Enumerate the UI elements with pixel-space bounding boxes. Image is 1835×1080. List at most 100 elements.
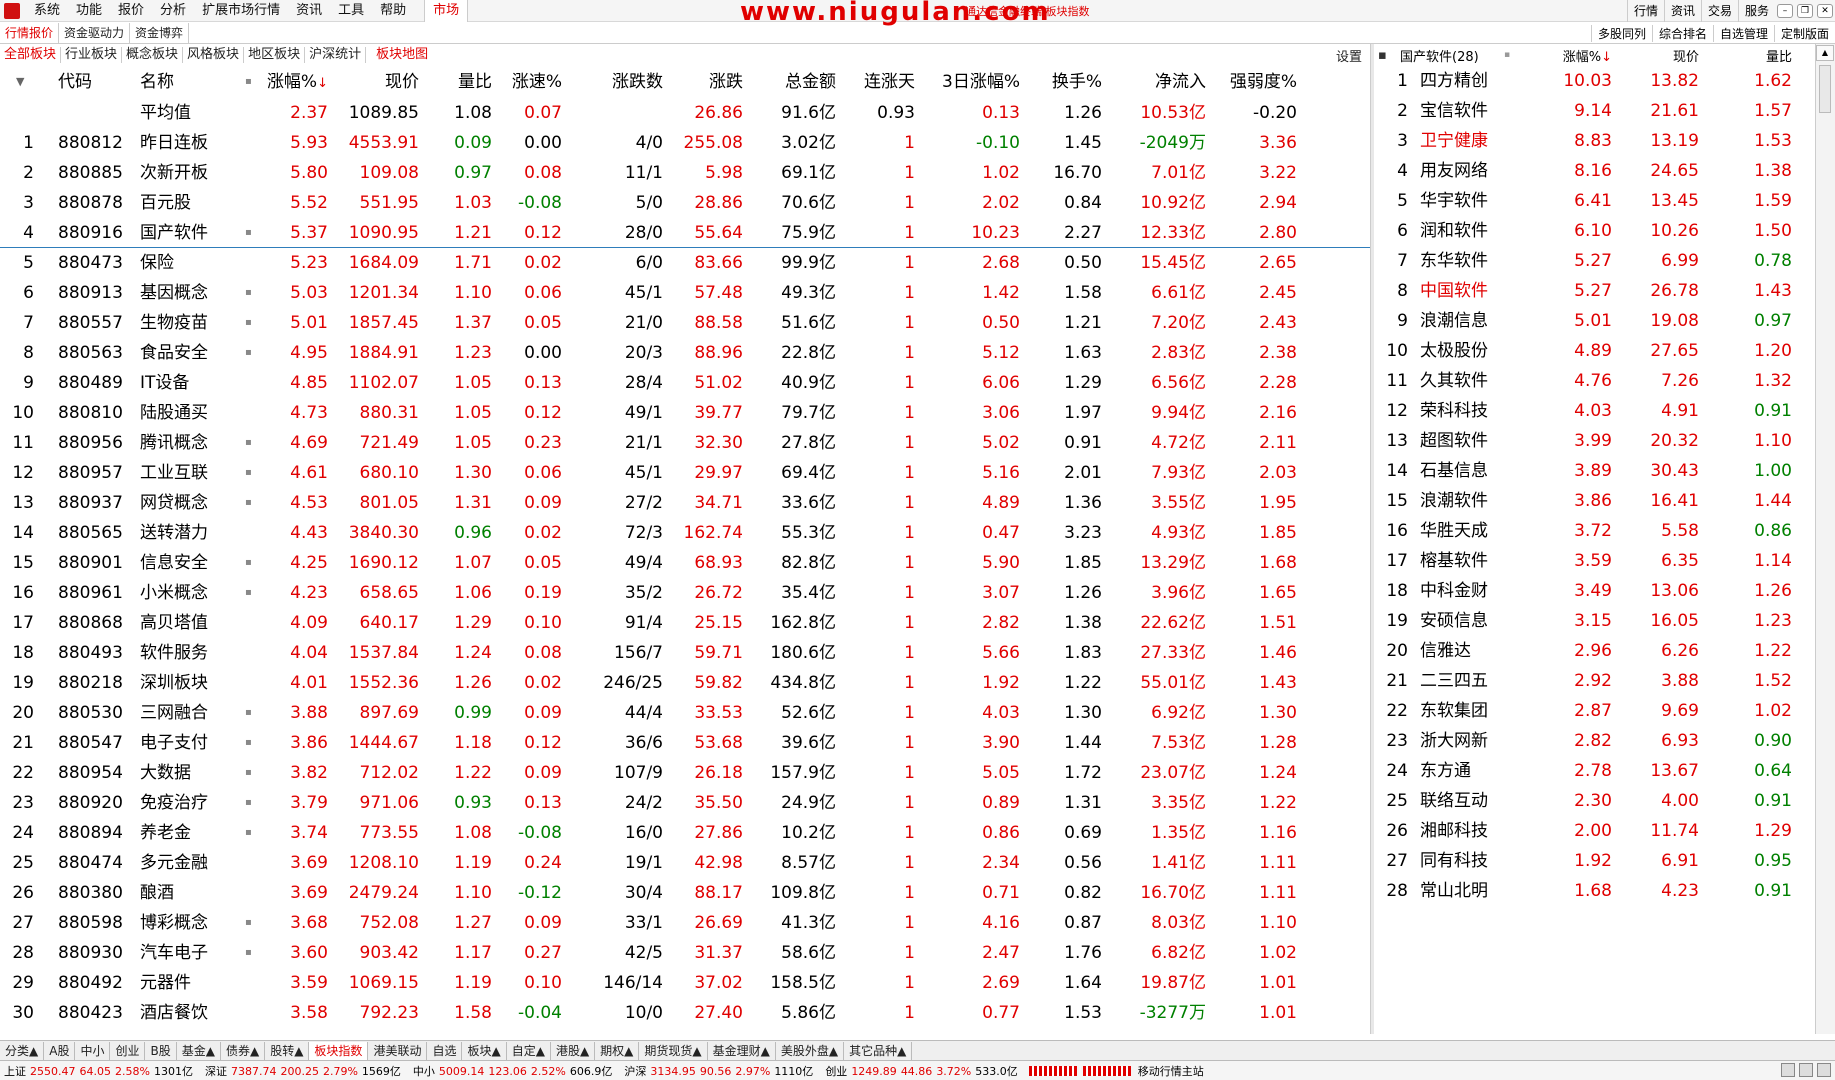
btn-news[interactable]: 资讯 — [1663, 0, 1701, 22]
header-days[interactable]: 连涨天 — [864, 66, 915, 98]
table-row[interactable]: 5 880473 保险 5.23 1684.09 1.71 0.02 6/0 83.66 99.9… — [0, 248, 1370, 278]
constituent-row[interactable]: 3 卫宁健康 8.83 13.19 1.53 — [1374, 126, 1814, 156]
table-row[interactable]: 22 880954 大数据 ▪ 3.82 712.02 1.22 0.09 107/9 26.18… — [0, 758, 1370, 788]
constituent-row[interactable]: 19 安硕信息 3.15 16.05 1.23 — [1374, 606, 1814, 636]
header-price[interactable]: 现价 — [385, 66, 419, 98]
tab-industry[interactable]: 行业板块 — [61, 47, 123, 63]
index-quote[interactable]: 中小 5009.14 123.06 2.52% 606.9亿 — [409, 1063, 620, 1079]
bottom-tab[interactable]: 中小 — [75, 1041, 111, 1060]
table-row[interactable]: 26 880380 酿酒 3.69 2479.24 1.10 -0.12 30/4 88.17 1… — [0, 878, 1370, 908]
constituent-row[interactable]: 12 荣科科技 4.03 4.91 0.91 — [1374, 396, 1814, 426]
index-quote[interactable]: 沪深 3134.95 90.56 2.97% 1110亿 — [620, 1063, 821, 1079]
rp-header-ratio[interactable]: 量比 — [1766, 46, 1792, 65]
constituent-row[interactable]: 10 太极股份 4.89 27.65 1.20 — [1374, 336, 1814, 366]
bottom-tab[interactable]: 美股外盘▲ — [776, 1041, 845, 1060]
constituent-row[interactable]: 21 二三四五 2.92 3.88 1.52 — [1374, 666, 1814, 696]
menu-news[interactable]: 资讯 — [288, 0, 330, 22]
menu-extended-market[interactable]: 扩展市场行情 — [194, 0, 288, 22]
table-row[interactable]: 15 880901 信息安全 ▪ 4.25 1690.12 1.07 0.05 49/4 68.9… — [0, 548, 1370, 578]
constituent-row[interactable]: 26 湘邮科技 2.00 11.74 1.29 — [1374, 816, 1814, 846]
btn-trade[interactable]: 交易 — [1700, 0, 1738, 22]
window-icon[interactable] — [1781, 1063, 1795, 1077]
header-code[interactable]: 代码 — [58, 66, 92, 98]
constituent-row[interactable]: 25 联络互动 2.30 4.00 0.91 — [1374, 786, 1814, 816]
bottom-tab[interactable]: 港股▲ — [551, 1041, 596, 1060]
rp-header-pct[interactable]: 涨幅%↓ — [1563, 46, 1612, 65]
constituent-row[interactable]: 27 同有科技 1.92 6.91 0.95 — [1374, 846, 1814, 876]
bottom-tab[interactable]: 板块指数 — [309, 1041, 369, 1060]
vertical-scrollbar[interactable]: ▲ — [1815, 44, 1835, 1034]
constituent-row[interactable]: 18 中科金财 3.49 13.06 1.26 — [1374, 576, 1814, 606]
constituent-row[interactable]: 8 中国软件 5.27 26.78 1.43 — [1374, 276, 1814, 306]
constituent-row[interactable]: 17 榕基软件 3.59 6.35 1.14 — [1374, 546, 1814, 576]
constituent-row[interactable]: 15 浪潮软件 3.86 16.41 1.44 — [1374, 486, 1814, 516]
tab-region[interactable]: 地区板块 — [244, 47, 306, 63]
header-amount[interactable]: 总金额 — [785, 66, 836, 98]
constituent-row[interactable]: 16 华胜天成 3.72 5.58 0.86 — [1374, 516, 1814, 546]
table-row[interactable]: 12 880957 工业互联 ▪ 4.61 680.10 1.30 0.06 45/1 29.97… — [0, 458, 1370, 488]
table-row[interactable]: 11 880956 腾讯概念 ▪ 4.69 721.49 1.05 0.23 21/1 32.30… — [0, 428, 1370, 458]
sort-menu-icon[interactable]: ▼ — [16, 66, 24, 98]
constituent-row[interactable]: 11 久其软件 4.76 7.26 1.32 — [1374, 366, 1814, 396]
bottom-tab[interactable]: 债券▲ — [221, 1041, 266, 1060]
bottom-tab[interactable]: 期货现货▲ — [639, 1041, 708, 1060]
menu-help[interactable]: 帮助 — [372, 0, 414, 22]
header-ratio[interactable]: 量比 — [458, 66, 492, 98]
table-row[interactable]: 3 880878 百元股 5.52 551.95 1.03 -0.08 5/0 28.86 70.… — [0, 188, 1370, 218]
table-row[interactable]: 14 880565 送转潜力 4.43 3840.30 0.96 0.02 72/3 162.7… — [0, 518, 1370, 548]
header-pct[interactable]: 涨幅%↓ — [267, 66, 328, 100]
menu-function[interactable]: 功能 — [68, 0, 110, 22]
bottom-tab[interactable]: 股转▲ — [265, 1041, 310, 1060]
restore-icon[interactable]: ❐ — [1797, 4, 1813, 18]
menu-quote[interactable]: 报价 — [110, 0, 152, 22]
bottom-tab[interactable]: B股 — [145, 1041, 177, 1060]
table-row[interactable]: 28 880930 汽车电子 ▪ 3.60 903.42 1.17 0.27 42/5 31.37… — [0, 938, 1370, 968]
bottom-tab[interactable]: 板块▲ — [462, 1041, 507, 1060]
header-netflow[interactable]: 净流入 — [1155, 66, 1206, 98]
tab-style[interactable]: 风格板块 — [183, 47, 245, 63]
tab-concept[interactable]: 概念板块 — [122, 47, 184, 63]
table-row[interactable]: 27 880598 博彩概念 ▪ 3.68 752.08 1.27 0.09 33/1 26.69… — [0, 908, 1370, 938]
bottom-tab[interactable]: 期权▲ — [595, 1041, 640, 1060]
btn-custom-layout[interactable]: 定制版面 — [1773, 24, 1835, 42]
btn-ranking[interactable]: 综合排名 — [1651, 24, 1713, 42]
table-row[interactable]: 2 880885 次新开板 5.80 109.08 0.97 0.08 11/1 5.98 69.… — [0, 158, 1370, 188]
constituent-row[interactable]: 13 超图软件 3.99 20.32 1.10 — [1374, 426, 1814, 456]
scroll-thumb[interactable] — [1819, 65, 1831, 113]
bottom-tab[interactable]: 基金理财▲ — [708, 1041, 776, 1060]
mobile-server[interactable]: 移动行情主站 — [1134, 1063, 1208, 1079]
table-row[interactable]: 4 880916 国产软件 ▪ 5.37 1090.95 1.21 0.12 28/0 55.64… — [0, 218, 1370, 248]
table-row[interactable]: 18 880493 软件服务 4.04 1537.84 1.24 0.08 156/7 59.7… — [0, 638, 1370, 668]
scroll-up-icon[interactable]: ▲ — [1816, 45, 1834, 61]
constituent-row[interactable]: 9 浪潮信息 5.01 19.08 0.97 — [1374, 306, 1814, 336]
table-row[interactable]: 25 880474 多元金融 3.69 1208.10 1.19 0.24 19/1 42.98… — [0, 848, 1370, 878]
constituent-row[interactable]: 22 东软集团 2.87 9.69 1.02 — [1374, 696, 1814, 726]
header-updown[interactable]: 涨跌数 — [612, 66, 663, 98]
settings-button[interactable]: 设置 — [1336, 46, 1362, 65]
constituent-row[interactable]: 23 浙大网新 2.82 6.93 0.90 — [1374, 726, 1814, 756]
rp-header-price[interactable]: 现价 — [1673, 46, 1699, 65]
table-row[interactable]: 6 880913 基因概念 ▪ 5.03 1201.34 1.10 0.06 45/1 57.48… — [0, 278, 1370, 308]
header-strength[interactable]: 强弱度% — [1230, 66, 1297, 98]
lock-icon[interactable] — [1799, 1063, 1813, 1077]
btn-service[interactable]: 服务 — [1737, 0, 1775, 22]
bottom-tab[interactable]: A股 — [44, 1041, 76, 1060]
btn-multi-stock[interactable]: 多股同列 — [1590, 24, 1652, 42]
constituent-row[interactable]: 24 东方通 2.78 13.67 0.64 — [1374, 756, 1814, 786]
constituent-row[interactable]: 5 华宇软件 6.41 13.45 1.59 — [1374, 186, 1814, 216]
header-speed[interactable]: 涨速% — [512, 66, 562, 98]
table-row[interactable]: 24 880894 养老金 ▪ 3.74 773.55 1.08 -0.08 16/0 27.86… — [0, 818, 1370, 848]
menu-system[interactable]: 系统 — [26, 0, 68, 22]
bottom-tab[interactable]: 创业 — [110, 1041, 146, 1060]
bottom-tab[interactable]: 基金▲ — [177, 1041, 221, 1060]
tab-fund-drive[interactable]: 资金驱动力 — [59, 22, 131, 43]
index-quote[interactable]: 创业 1249.89 44.86 3.72% 533.0亿 — [821, 1063, 1025, 1079]
table-row[interactable]: 30 880423 酒店餐饮 3.58 792.23 1.58 -0.04 10/0 27.40… — [0, 998, 1370, 1028]
constituent-row[interactable]: 2 宝信软件 9.14 21.61 1.57 — [1374, 96, 1814, 126]
table-row[interactable]: 23 880920 免疫治疗 ▪ 3.79 971.06 0.93 0.13 24/2 35.50… — [0, 788, 1370, 818]
constituent-row[interactable]: 20 信雅达 2.96 6.26 1.22 — [1374, 636, 1814, 666]
table-row[interactable]: 13 880937 网贷概念 ▪ 4.53 801.05 1.31 0.09 27/2 34.71… — [0, 488, 1370, 518]
close-icon[interactable]: ✕ — [1817, 4, 1833, 18]
table-row[interactable]: 7 880557 生物疫苗 ▪ 5.01 1857.45 1.37 0.05 21/0 88.58… — [0, 308, 1370, 338]
bottom-tab[interactable]: 其它品种▲ — [844, 1041, 913, 1060]
